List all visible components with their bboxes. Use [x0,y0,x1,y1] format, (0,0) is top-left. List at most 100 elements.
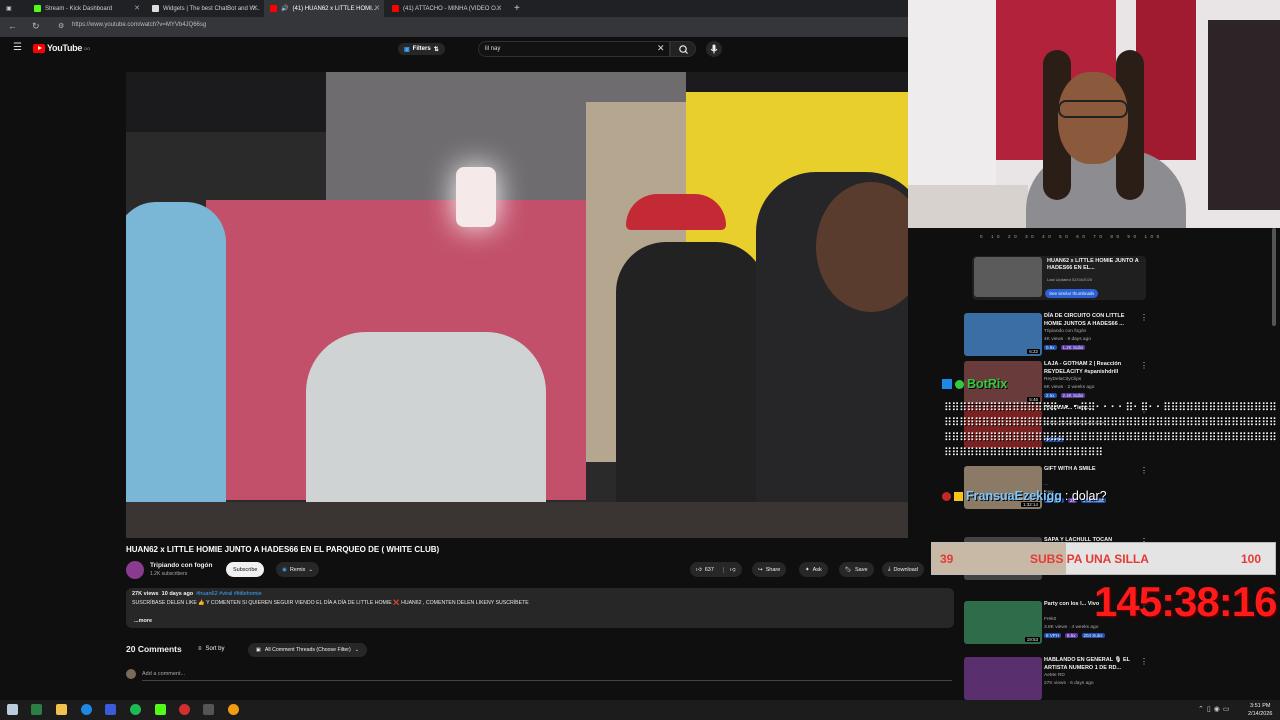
chevron-down-icon: ⌄ [308,566,314,573]
stat-badge: 6.5x [1065,633,1078,638]
video-thumbnail[interactable]: 19:53 [964,601,1042,644]
bookmark-icon: 🔖︎ [845,566,852,573]
sub-goal-current: 39 [940,552,954,566]
add-comment-input[interactable]: Add a comment... [142,671,185,677]
search-button[interactable] [670,41,696,57]
hashtags[interactable]: #huan62 #viral #littlehomie [196,591,261,597]
back-icon[interactable]: ← [8,21,17,31]
youtube-play-icon [33,43,45,53]
site-info-icon[interactable]: ⚙ [58,22,64,30]
new-tab-button[interactable]: + [508,0,524,17]
chat-spam-message: ⠿⠿⠿⠿⠿⠿⠿⠿⠿⠿⠿⠿⠿⠿⠿⠂⠂⠂⠿⠿⠂⠂⠂⠂⠿⠂⠿⠂⠂⠿⠿⠿⠿⠿⠿⠿⠿⠿⠿⠿… [944,401,1277,459]
video-player[interactable] [126,72,908,538]
video-thumbnail[interactable]: 6:22 [964,313,1042,356]
voice-search-button[interactable] [706,41,722,57]
youtube-icon [392,5,399,12]
more-options-icon[interactable]: ⋮ [1140,313,1148,322]
filters-button[interactable]: ▣ Filters ⇅ [398,43,445,55]
download-icon: ⤓ [888,566,891,572]
clock[interactable]: 3:51 PM 2/14/2026 [1248,702,1272,718]
description-text: SUSCRÍBASE DELEN LIKE 👍 Y COMENTEN SI QU… [132,600,529,606]
stat-badge: 1.2K Subs [1060,345,1086,350]
menu-icon[interactable]: ☰ [13,42,22,53]
remix-icon: ◉ [282,566,287,573]
filter-icon: ▣ [404,46,410,53]
save-button[interactable]: 🔖︎ Save [839,562,874,577]
stat-badge: 2.5x [1044,393,1057,398]
browser-icon[interactable] [81,704,92,715]
recommendation-item[interactable]: HABLANDO EN GENERAL 🎙 EL ARTISTA NUMERO … [964,657,1154,701]
thumbs-up-icon: 👍︎ [696,566,702,573]
start-icon[interactable] [7,704,18,715]
video-views: 4K views · 8 days ago [1044,337,1091,342]
app-icon[interactable] [228,704,239,715]
sparkle-icon: ✦ [805,566,810,573]
comment-filter-dropdown[interactable]: ▣ All Comment Threads (Choose Filter) ⌄ [248,643,368,657]
tab-widgets[interactable]: Widgets | The best ChatBot and W... ✕ [146,0,262,17]
spotify-icon[interactable] [130,704,141,715]
current-thumbnail [974,257,1042,297]
more-options-icon[interactable]: ⋮ [1140,657,1148,666]
channel-name[interactable]: Tripiando con fogón [1044,329,1086,334]
url-field[interactable]: https://www.youtube.com/watch?v=MYVb4JQ6… [72,22,206,28]
channel-name[interactable]: ... [1044,482,1048,487]
terminal-icon[interactable] [203,704,214,715]
close-icon[interactable]: ✕ [134,4,140,12]
channel-name[interactable]: ReyDelaCityClips [1044,377,1081,382]
stat-badge: 8 VPH [1044,633,1062,638]
ask-button[interactable]: ✦ Ask [799,562,828,577]
app-icon[interactable] [105,704,116,715]
last-updated: Last Updated 02/04/2026 [1047,277,1092,282]
view-count: 27K views 10 days ago #huan62 #viral #li… [132,591,262,597]
video-title[interactable]: HABLANDO EN GENERAL 🎙 EL ARTISTA NUMERO … [1044,657,1140,672]
subathon-timer: 145:38:16 [1094,578,1277,625]
system-tray-icons[interactable]: ⌃▯◉▭ [1198,705,1232,713]
scrollbar[interactable] [1272,228,1276,326]
browser-tab-bar: ▣ Stream - Kick Dashboard ✕ Widgets | The… [0,0,908,17]
channel-avatar[interactable] [126,561,144,579]
clear-search-icon[interactable]: ✕ [657,43,665,54]
close-icon[interactable]: ✕ [252,4,258,12]
video-thumbnail[interactable] [964,657,1042,700]
filter-icon: ▣ [256,647,261,653]
kick-icon [34,5,41,12]
channel-name[interactable]: AeMe RD [1044,673,1065,678]
recommendation-item[interactable]: 6:22 DÍA DE CIRCUITO CON LITTLE HOMIE JUN… [964,313,1154,357]
bot-badge-icon [942,379,952,389]
video-duration: 6:22 [1027,349,1040,354]
youtube-logo[interactable]: YouTube DO [33,43,90,53]
video-views: 3.8K views · 4 weeks ago [1044,625,1099,630]
video-title[interactable]: DÍA DE CIRCUITO CON LITTLE HOMIE JUNTOS … [1044,313,1140,328]
close-icon[interactable]: ✕ [374,4,380,12]
more-options-icon[interactable]: ⋮ [1140,361,1148,370]
remix-button[interactable]: ◉ Remix ⌄ [276,562,320,577]
reload-icon[interactable]: ↻ [32,21,40,32]
stat-badge: 0.9x [1044,345,1057,350]
download-button[interactable]: ⤓ Download [882,562,924,577]
obs-icon[interactable] [179,704,190,715]
file-explorer-icon[interactable] [56,704,67,715]
current-video-title: HUAN62 x LITTLE HOMIE JUNTO A HADES66 EN… [1047,258,1139,271]
similar-thumbnails-button[interactable]: See similar thumbnails [1045,289,1099,298]
window-menu-icon[interactable]: ▣ [0,0,22,17]
subscribe-button[interactable]: Subscribe [226,562,265,577]
close-icon[interactable]: ✕ [496,4,502,12]
thumbs-down-icon[interactable]: 👎︎ [722,566,736,573]
video-title[interactable]: LAJA - GOTHAM 2 | Reacción REYDELACITY #… [1044,361,1140,376]
like-button[interactable]: 👍︎ 637 👎︎ [690,562,742,577]
share-button[interactable]: ↪ Share [752,562,787,577]
divider [142,680,952,681]
sort-icon: ≡ [198,646,202,652]
tab-kick-dashboard[interactable]: Stream - Kick Dashboard ✕ [28,0,144,17]
show-more-link[interactable]: ...more [134,618,152,624]
search-input[interactable]: lil nay [478,41,670,57]
speaker-icon: 🔊 [281,6,289,12]
channel-name[interactable]: Frëk0 [1044,617,1056,622]
sort-comments-button[interactable]: ≡ Sort by [198,646,225,652]
kick-icon[interactable] [155,704,166,715]
tab-youtube-current[interactable]: 🔊 (41) HUAN62 x LITTLE HOMI... ✕ [264,0,384,17]
app-icon[interactable] [31,704,42,715]
tab-youtube-attacho[interactable]: (41) ATTACHO - MINHA (VIDEO O... ✕ [386,0,506,17]
video-title: HUAN62 x LITTLE HOMIE JUNTO A HADES66 EN… [126,545,440,554]
channel-name[interactable]: Tripiando con fogón [150,562,212,569]
